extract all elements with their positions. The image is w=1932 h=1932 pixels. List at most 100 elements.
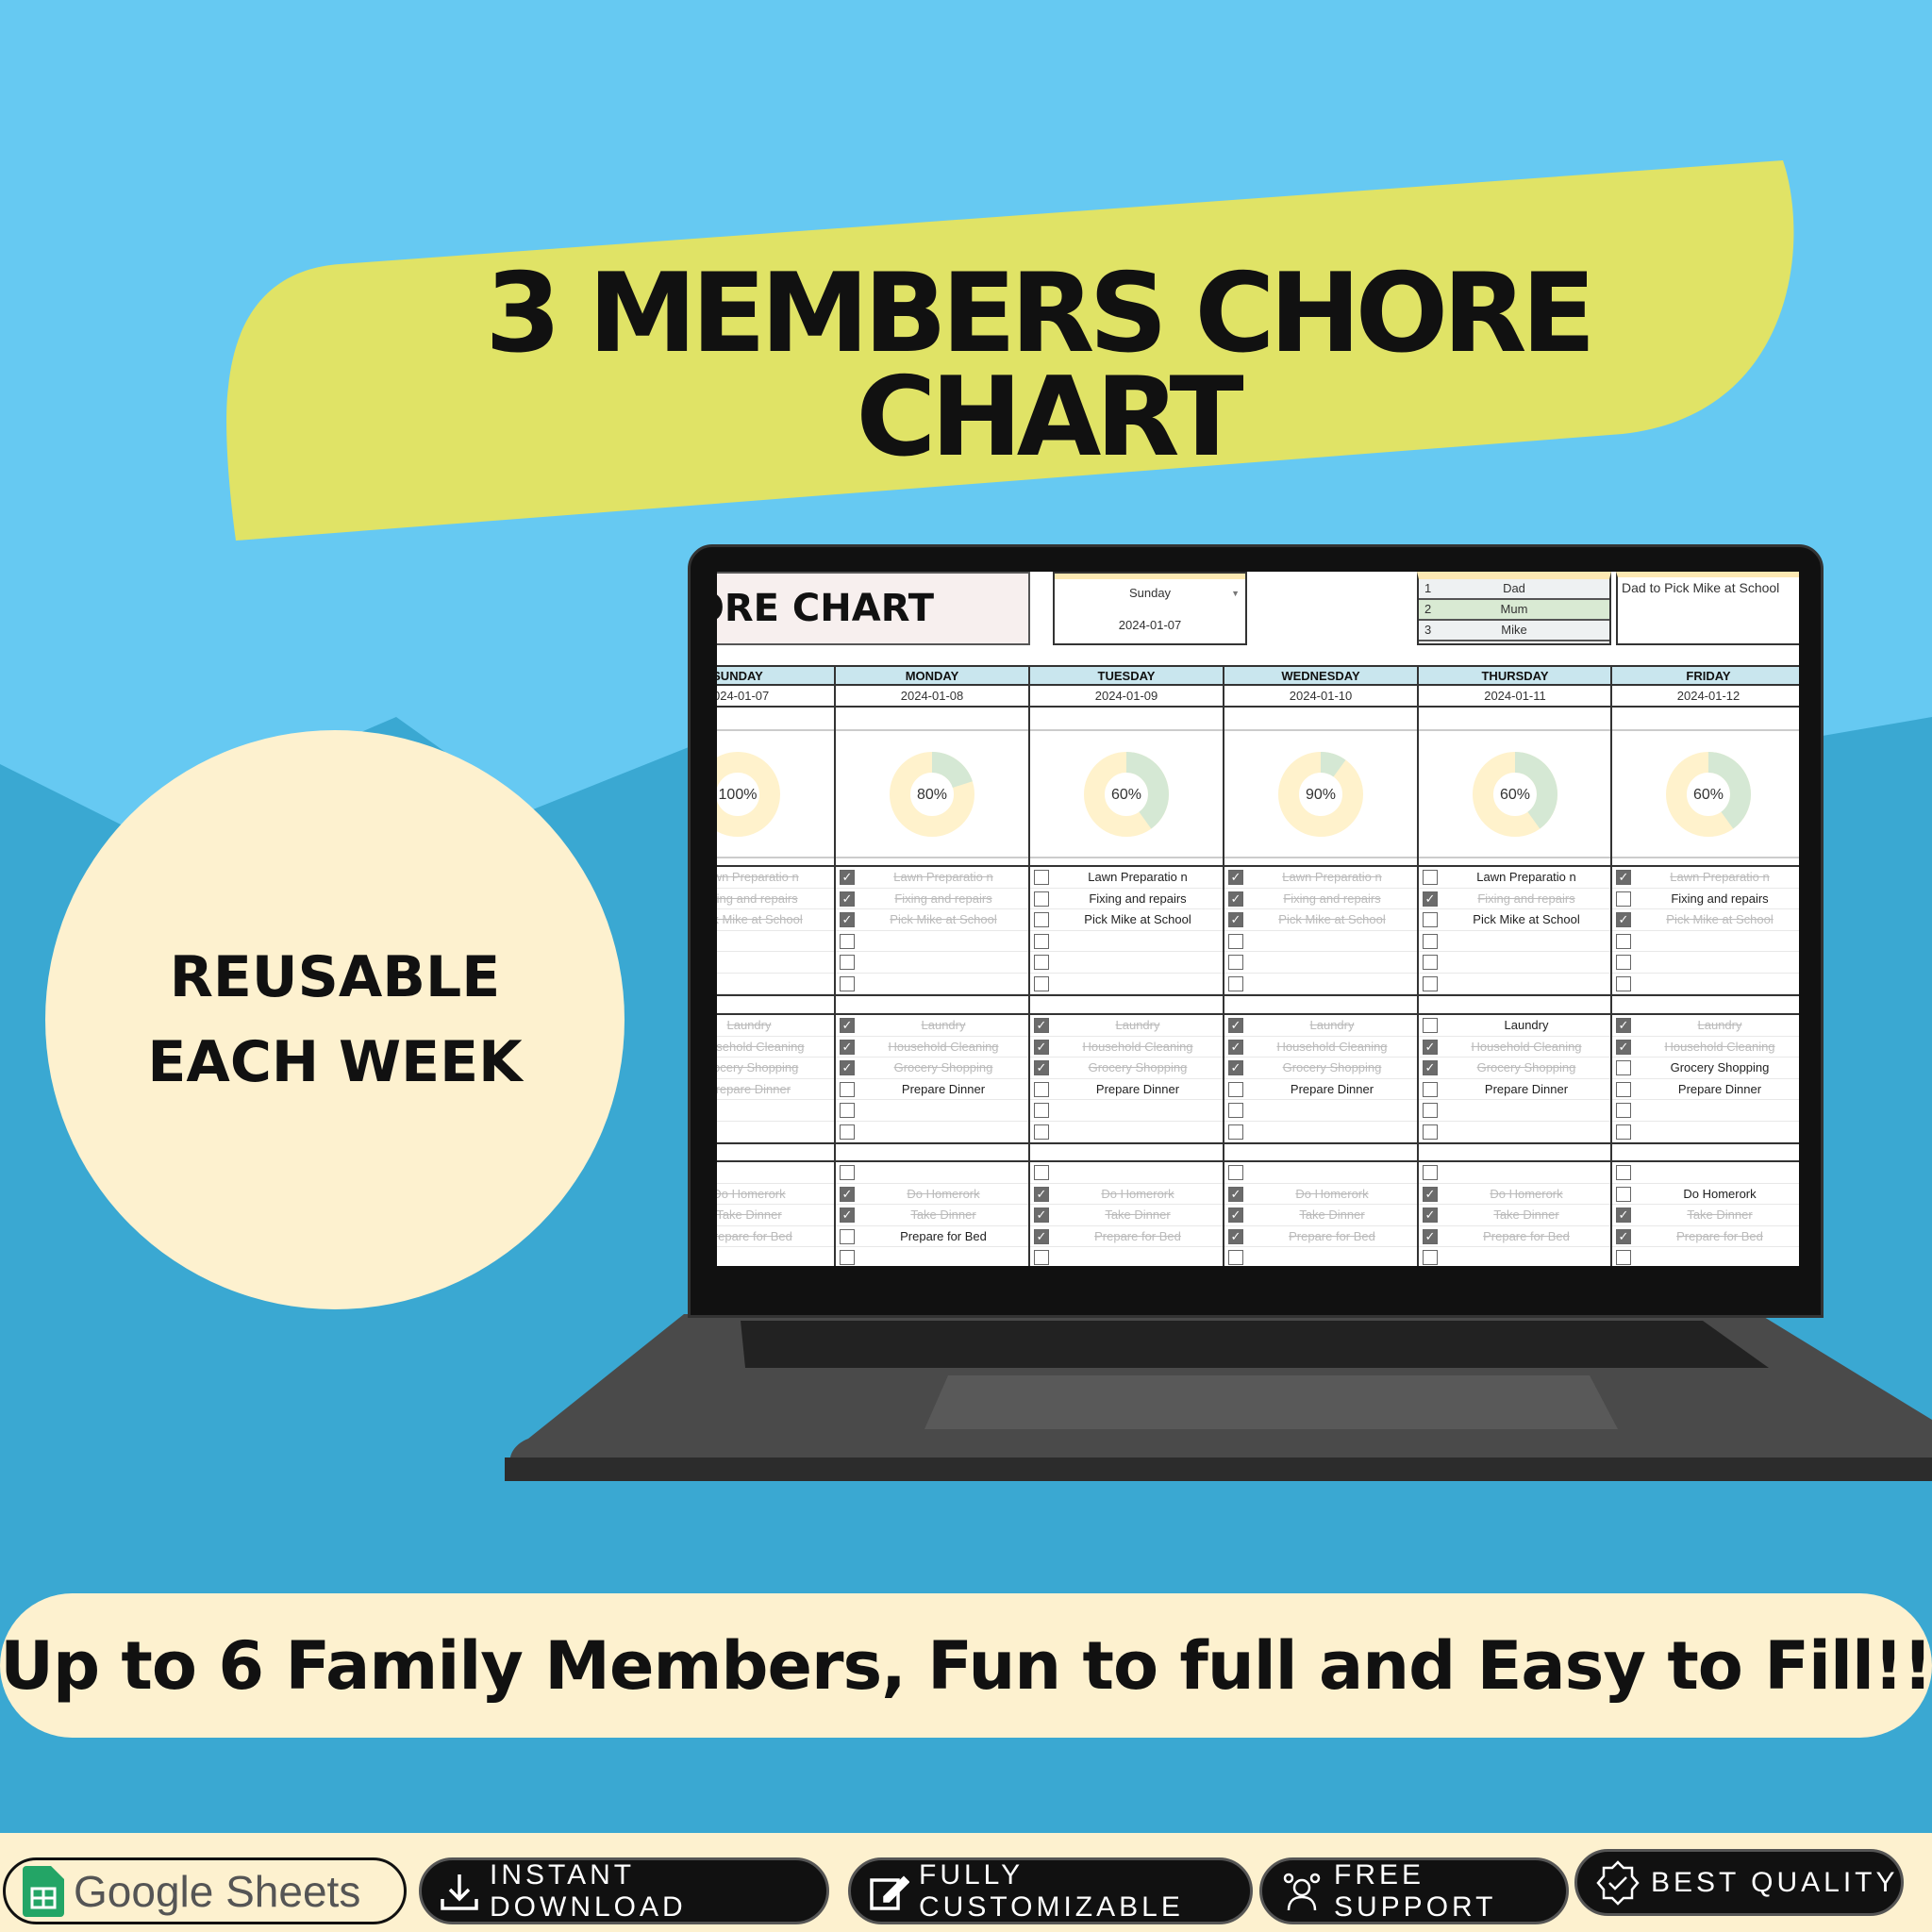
chore-row: ✓ Take Dinner <box>836 1205 1028 1226</box>
checkbox[interactable] <box>1423 955 1438 970</box>
checkbox[interactable] <box>1616 891 1631 907</box>
checkbox[interactable] <box>1228 1124 1243 1140</box>
checkbox[interactable]: ✓ <box>1034 1228 1049 1244</box>
checkbox[interactable] <box>1228 1250 1243 1265</box>
start-day-select[interactable]: Sunday ▼ <box>1055 574 1245 609</box>
checkbox[interactable] <box>1034 1165 1049 1180</box>
checkbox[interactable]: ✓ <box>1616 912 1631 927</box>
checkbox[interactable]: ✓ <box>1423 1228 1438 1244</box>
checkbox[interactable]: ✓ <box>1228 1228 1243 1244</box>
checkbox[interactable]: ✓ <box>1616 870 1631 885</box>
checkbox[interactable]: ✓ <box>840 912 855 927</box>
checkbox[interactable] <box>1616 975 1631 991</box>
checkbox[interactable] <box>1616 933 1631 949</box>
checkbox[interactable]: ✓ <box>1423 1186 1438 1202</box>
checkbox[interactable]: ✓ <box>1034 1060 1049 1075</box>
checkbox[interactable] <box>1423 1081 1438 1097</box>
checkbox[interactable]: ✓ <box>1034 1208 1049 1223</box>
checkbox[interactable] <box>1423 975 1438 991</box>
checkbox[interactable] <box>1423 1165 1438 1180</box>
checkbox[interactable]: ✓ <box>840 1018 855 1033</box>
checkbox[interactable] <box>840 1103 855 1118</box>
checkbox[interactable] <box>1034 975 1049 991</box>
checkbox[interactable]: ✓ <box>1228 891 1243 907</box>
checkbox[interactable]: ✓ <box>1423 1208 1438 1223</box>
checkbox[interactable]: ✓ <box>1034 1186 1049 1202</box>
checkbox[interactable]: ✓ <box>840 1208 855 1223</box>
member-row[interactable]: 1 Dad <box>1419 579 1609 600</box>
checkbox[interactable]: ✓ <box>840 870 855 885</box>
checkbox[interactable]: ✓ <box>1616 1208 1631 1223</box>
checkbox[interactable]: ✓ <box>840 1060 855 1075</box>
checkbox[interactable] <box>1423 1124 1438 1140</box>
checkbox[interactable]: ✓ <box>1034 1018 1049 1033</box>
checkbox[interactable] <box>1616 1081 1631 1097</box>
checkbox[interactable]: ✓ <box>1423 891 1438 907</box>
checkbox[interactable]: ✓ <box>1228 870 1243 885</box>
chore-row: ✓ Prepare for Bed <box>1030 1226 1223 1247</box>
checkbox[interactable] <box>1616 1103 1631 1118</box>
checkbox[interactable] <box>1423 912 1438 927</box>
checkbox[interactable] <box>1616 1250 1631 1265</box>
checkbox[interactable] <box>1423 933 1438 949</box>
chore-label: Take Dinner <box>717 1208 782 1222</box>
checkbox[interactable] <box>1034 1103 1049 1118</box>
checkbox[interactable] <box>840 1081 855 1097</box>
checkbox[interactable] <box>1228 1081 1243 1097</box>
checkbox[interactable]: ✓ <box>1228 1039 1243 1055</box>
checkbox[interactable] <box>1228 1103 1243 1118</box>
checkbox[interactable]: ✓ <box>1423 1060 1438 1075</box>
spreadsheet[interactable]: CHORE CHART Sunday ▼ 2024-01-07 1 Dad 2 Mum 3… <box>717 572 1799 1266</box>
checkbox[interactable]: ✓ <box>1034 1039 1049 1055</box>
chore-row: ✓ Laundry <box>1612 1015 1799 1037</box>
checkbox[interactable]: ✓ <box>1228 1186 1243 1202</box>
checkbox[interactable] <box>1228 1165 1243 1180</box>
chore-row: Pick Mike at School <box>1030 909 1223 931</box>
checkbox[interactable] <box>1034 912 1049 927</box>
checkbox[interactable] <box>1034 1250 1049 1265</box>
checkbox[interactable]: ✓ <box>1616 1228 1631 1244</box>
checkbox[interactable]: ✓ <box>1616 1039 1631 1055</box>
checkbox[interactable] <box>1034 891 1049 907</box>
checkbox[interactable] <box>840 933 855 949</box>
checkbox[interactable]: ✓ <box>840 1039 855 1055</box>
chore-row <box>717 974 834 994</box>
checkbox[interactable] <box>840 1124 855 1140</box>
chore-row: ✓ Household Cleaning <box>1224 1037 1417 1058</box>
checkbox[interactable] <box>1423 1103 1438 1118</box>
checkbox[interactable]: ✓ <box>1423 1039 1438 1055</box>
checkbox[interactable] <box>840 1228 855 1244</box>
checkbox[interactable] <box>1616 1060 1631 1075</box>
checkbox[interactable] <box>1034 870 1049 885</box>
checkbox[interactable] <box>840 955 855 970</box>
checkbox[interactable] <box>1034 1124 1049 1140</box>
checkbox[interactable]: ✓ <box>1616 1018 1631 1033</box>
checkbox[interactable] <box>1034 1081 1049 1097</box>
checkbox[interactable] <box>1423 870 1438 885</box>
checkbox[interactable] <box>1034 955 1049 970</box>
checkbox[interactable] <box>1616 1186 1631 1202</box>
checkbox[interactable] <box>1423 1250 1438 1265</box>
chore-label: Fixing and repairs <box>1283 891 1381 906</box>
checkbox[interactable] <box>1616 1124 1631 1140</box>
checkbox[interactable]: ✓ <box>1228 1018 1243 1033</box>
checkbox[interactable]: ✓ <box>1228 1208 1243 1223</box>
checkbox[interactable] <box>1616 1165 1631 1180</box>
checkbox[interactable] <box>1228 975 1243 991</box>
checkbox[interactable]: ✓ <box>840 891 855 907</box>
checkbox[interactable]: ✓ <box>1228 912 1243 927</box>
checkbox[interactable] <box>1423 1018 1438 1033</box>
checkbox[interactable] <box>1616 955 1631 970</box>
member-row[interactable]: 3 Mike <box>1419 621 1609 641</box>
checkbox[interactable] <box>1228 955 1243 970</box>
checkbox[interactable]: ✓ <box>840 1186 855 1202</box>
chore-row: ✓ Do Homerork <box>1030 1184 1223 1205</box>
checkbox[interactable] <box>1034 933 1049 949</box>
checkbox[interactable] <box>840 1165 855 1180</box>
note-box[interactable]: Dad to Pick Mike at School <box>1616 572 1799 645</box>
checkbox[interactable] <box>1228 933 1243 949</box>
member-row[interactable]: 2 Mum <box>1419 600 1609 621</box>
checkbox[interactable]: ✓ <box>1228 1060 1243 1075</box>
checkbox[interactable] <box>840 1250 855 1265</box>
checkbox[interactable] <box>840 975 855 991</box>
